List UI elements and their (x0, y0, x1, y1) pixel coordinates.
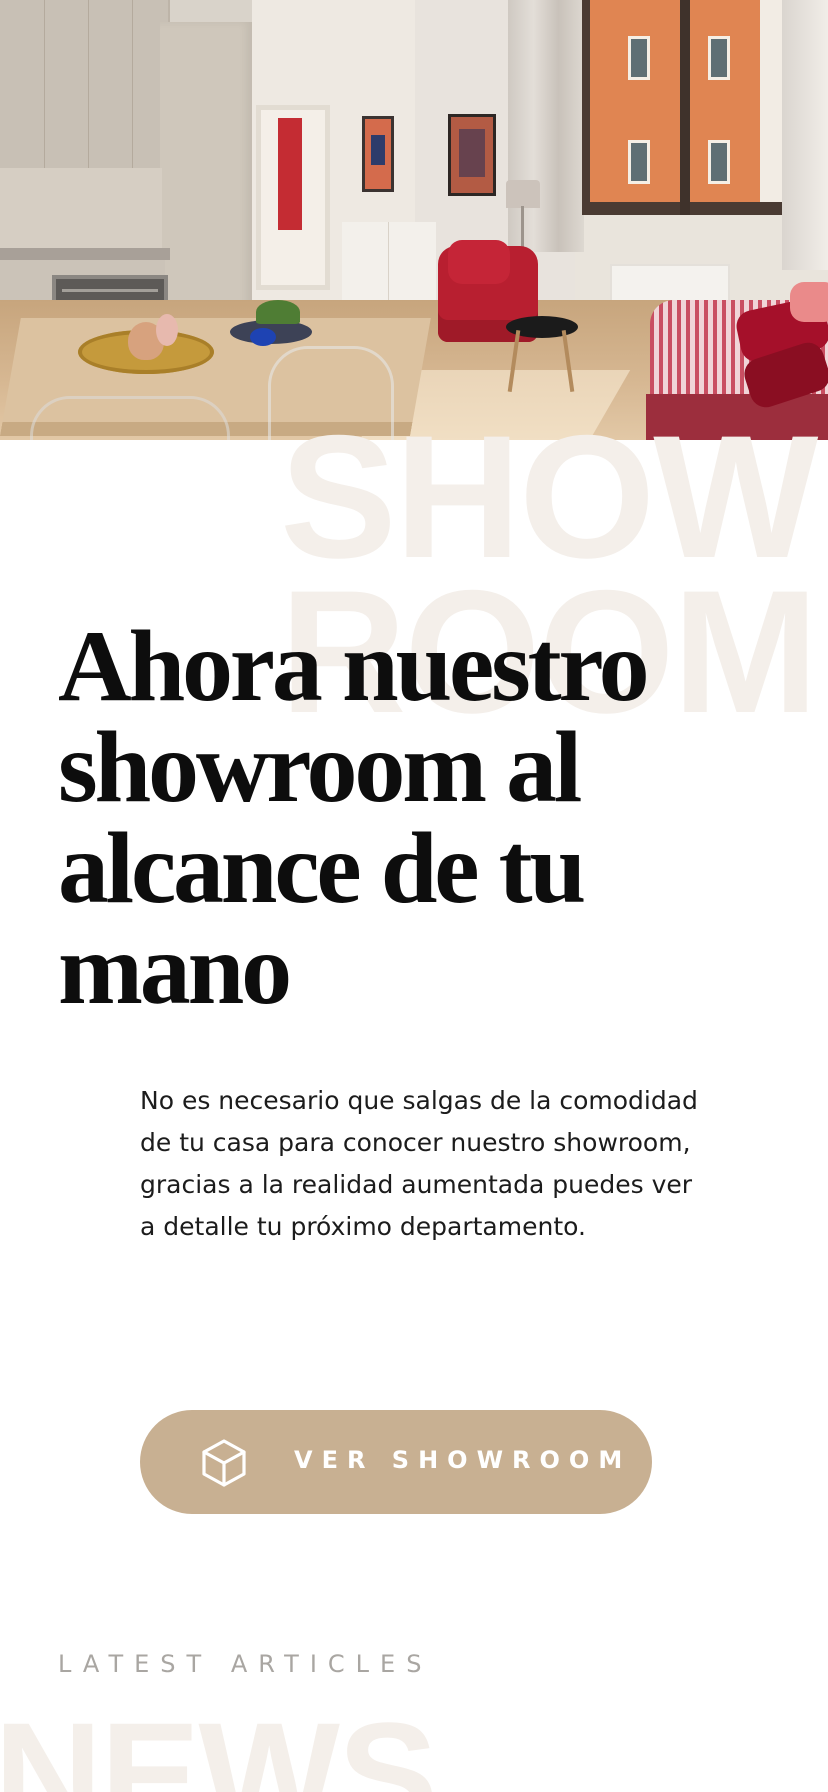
watermark-news: NEWS (0, 1691, 438, 1792)
headline-line: mano (58, 913, 292, 1026)
showroom-description: No es necesario que salgas de la comodid… (140, 1086, 698, 1241)
headline-line: showroom al (58, 711, 582, 824)
ver-showroom-label: VER SHOWROOM (294, 1446, 632, 1474)
ver-showroom-button[interactable]: VER SHOWROOM (140, 1410, 652, 1514)
hero-image (0, 0, 828, 440)
cube-icon (202, 1439, 246, 1487)
headline-line: alcance de tu (58, 812, 586, 925)
showroom-headline: Ahora nuestro showroom al alcance de tu … (58, 610, 718, 1026)
headline-line: Ahora nuestro (58, 610, 650, 723)
latest-articles-eyebrow: LATEST ARTICLES (58, 1650, 433, 1678)
